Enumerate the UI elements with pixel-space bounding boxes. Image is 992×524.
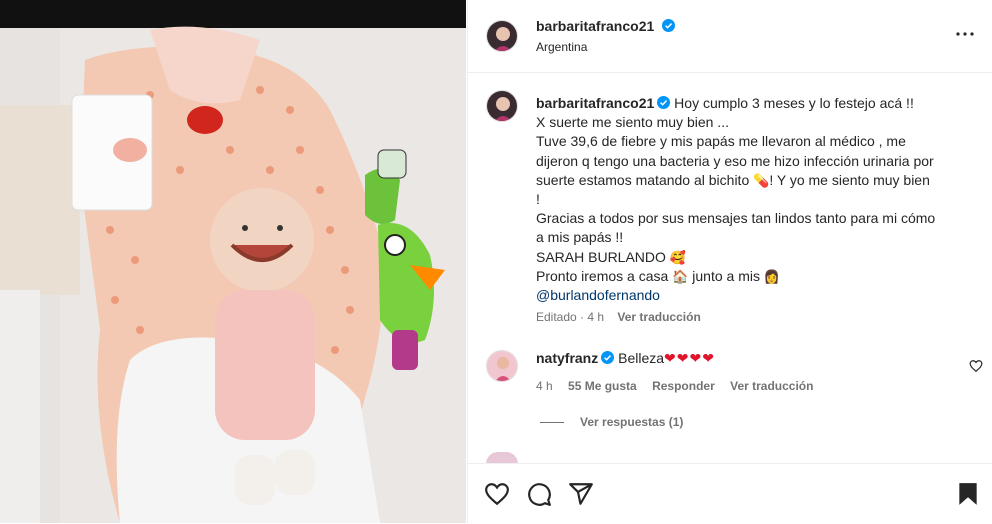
author-username[interactable]: barbaritafranco21 — [536, 18, 654, 34]
action-bar — [468, 463, 992, 524]
edited-label: Editado — [536, 310, 577, 324]
comment-time[interactable]: 4 h — [536, 379, 553, 393]
mention-link[interactable]: @burlandofernando — [536, 286, 966, 305]
caption-text: Pronto iremos a casa — [536, 267, 669, 284]
post-header: barbaritafranco21 Argentina — [468, 0, 992, 73]
caption-text: a mis papás !! — [536, 229, 624, 246]
post-photo[interactable] — [0, 0, 466, 523]
comment-likes[interactable]: 55 Me gusta — [568, 379, 637, 393]
comment-translate-link[interactable]: Ver traducción — [730, 379, 813, 393]
comment-body: natyfranz Belleza❤❤❤❤ — [536, 350, 715, 367]
verified-badge-icon — [657, 96, 671, 109]
verified-badge-icon — [661, 19, 675, 32]
verified-badge-icon — [601, 351, 615, 364]
caption-translate-link[interactable]: Ver traducción — [617, 310, 700, 324]
caption-text: junto a mis — [692, 267, 760, 284]
caption-text: ! Y yo me siento muy bien — [769, 171, 930, 188]
baby-photo-illustration — [0, 0, 466, 523]
caption-username[interactable]: barbaritafranco21 — [536, 95, 654, 111]
caption-line: suerte estamos matando al bichito 💊! Y y… — [536, 171, 966, 190]
share-icon[interactable] — [568, 481, 594, 507]
more-options-icon[interactable] — [953, 22, 977, 46]
house-emoji: 🏠 — [672, 268, 689, 284]
woman-emoji: 👩 — [763, 268, 781, 284]
commenter-avatar[interactable] — [486, 350, 518, 382]
post-sidebar: barbaritafranco21 Argentina barbaritafra… — [467, 0, 992, 524]
caption-avatar[interactable] — [486, 90, 518, 122]
caption-text: suerte estamos matando al bichito — [536, 171, 750, 188]
view-replies-label: Ver respuestas (1) — [580, 415, 684, 429]
replies-divider — [540, 422, 564, 424]
view-replies-button[interactable]: Ver respuestas (1) — [540, 415, 683, 429]
caption-meta: Editado · 4 h Ver traducción — [536, 310, 701, 324]
caption-text: Tuve 39,6 de fiebre y mis papás me lleva… — [536, 133, 906, 150]
caption-text: Gracias a todos por sus mensajes tan lin… — [536, 210, 936, 227]
caption-text: ! — [536, 191, 540, 208]
smiling-hearts-emoji: 🥰 — [669, 249, 686, 265]
author-avatar[interactable] — [486, 20, 518, 52]
caption-time[interactable]: 4 h — [587, 310, 604, 324]
heart-icon[interactable] — [484, 481, 510, 507]
comment-like-heart-icon[interactable] — [969, 359, 983, 373]
caption-avatar-image — [487, 91, 517, 121]
caption-text: Hoy cumplo 3 meses y lo festejo acá !! — [674, 95, 914, 111]
commenter-username[interactable]: natyfranz — [536, 350, 598, 366]
comment-meta: 4 h 55 Me gusta Responder Ver traducción — [536, 379, 813, 393]
caption-text: X suerte me siento muy bien ... — [536, 114, 729, 131]
commenter-avatar-image — [487, 351, 517, 381]
caption-text: dijeron q tengo una bacteria y eso me hi… — [536, 152, 934, 169]
author-name-row: barbaritafranco21 — [536, 18, 675, 36]
reply-button[interactable]: Responder — [652, 379, 715, 393]
post-caption: barbaritafranco21 Hoy cumplo 3 meses y l… — [536, 94, 966, 305]
comment-icon[interactable] — [526, 481, 552, 507]
caption-text: SARAH BURLANDO — [536, 248, 666, 265]
post-location[interactable]: Argentina — [536, 40, 587, 54]
hearts-emoji: ❤❤❤❤ — [664, 350, 715, 366]
comment-text: Belleza — [618, 350, 665, 366]
caption-line: Pronto iremos a casa 🏠 junto a mis 👩 — [536, 267, 966, 286]
bookmark-icon[interactable] — [955, 481, 981, 507]
pill-emoji: 💊 — [753, 172, 770, 188]
caption-line: SARAH BURLANDO 🥰 — [536, 248, 966, 267]
caption-first-line: barbaritafranco21 Hoy cumplo 3 meses y l… — [536, 94, 966, 113]
avatar-image — [487, 21, 517, 51]
